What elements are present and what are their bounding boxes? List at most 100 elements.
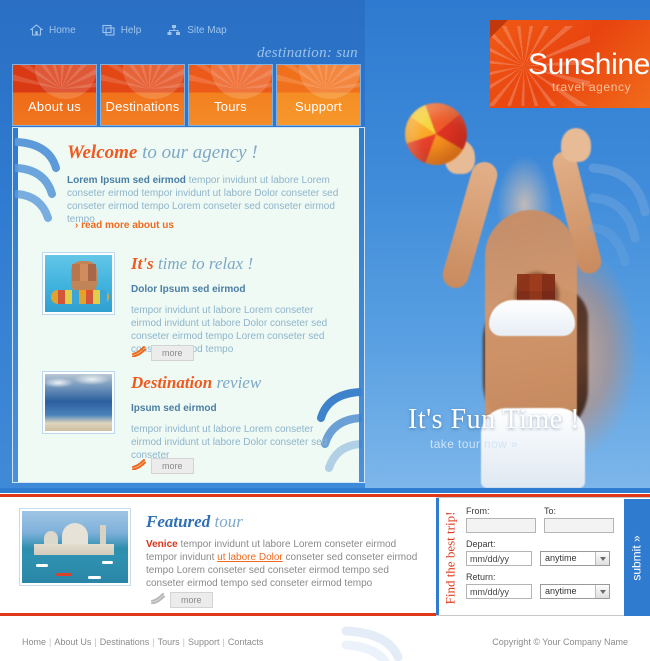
tab-label: Tours — [214, 99, 247, 114]
section-lead-relax: Dolor Ipsum sed eirmod — [131, 284, 246, 295]
venice-boat — [56, 573, 72, 576]
header-hero-area: destination: sun Home Help Site Map Abou… — [0, 0, 650, 488]
booking-form: Find the best trip! From: To: Depart: an… — [436, 497, 650, 616]
tab-tours[interactable]: Tours — [188, 64, 273, 126]
booking-vertical-label-text: Find the best trip! — [442, 511, 458, 604]
welcome-body: Lorem Ipsum sed eirmod tempor invidunt u… — [67, 174, 339, 226]
footer-copyright: Copyright © Your Company Name — [492, 637, 628, 647]
page-root: destination: sun Home Help Site Map Abou… — [0, 0, 650, 661]
featured-title-bold: Featured — [146, 512, 211, 531]
tab-label: About us — [28, 99, 81, 114]
footer-link-destinations[interactable]: Destinations — [100, 637, 150, 647]
beach-ball-icon — [405, 103, 467, 165]
more-button-featured[interactable]: more — [150, 591, 213, 609]
featured-title-rest: tour — [210, 512, 243, 531]
tab-label: Destinations — [105, 99, 180, 114]
booking-vertical-label: Find the best trip! — [438, 498, 462, 617]
more-button-label: more — [151, 345, 194, 361]
section-title-bold: Destination — [131, 373, 213, 392]
from-input[interactable] — [466, 518, 536, 533]
footer-link-home[interactable]: Home — [22, 637, 46, 647]
more-button-label: more — [170, 592, 213, 608]
tab-about-us[interactable]: About us — [12, 64, 97, 126]
hero-figure-hand-right — [561, 128, 591, 162]
tab-destinations[interactable]: Destinations — [100, 64, 185, 126]
featured-thumbnail-venice[interactable] — [19, 508, 131, 586]
pool-swimmer-figure — [71, 261, 97, 295]
submit-button-label: submit » — [630, 534, 645, 581]
section-title-rest: time to relax ! — [153, 254, 254, 273]
footer-links: Home | About Us | Destinations | Tours | Support… — [22, 637, 263, 647]
to-input[interactable] — [544, 518, 614, 533]
footer-link-tours[interactable]: Tours — [158, 637, 180, 647]
booking-depart-row: anytime — [466, 551, 614, 566]
venice-boat — [88, 576, 101, 579]
section-thumbnail-beach[interactable] — [42, 371, 115, 434]
hero-caption: It's Fun Time ! take tour now » — [408, 404, 580, 451]
section-title-destination: Destination review — [131, 373, 261, 393]
site-logo[interactable]: Sunshine travel agency — [490, 20, 650, 108]
utility-nav-item-sitemap[interactable]: Site Map — [167, 24, 227, 36]
more-button-relax[interactable]: more — [131, 344, 194, 362]
to-label: To: — [544, 506, 557, 516]
depart-time-value: anytime — [545, 553, 577, 563]
tab-label: Support — [295, 99, 342, 114]
featured-highlight: Venice — [146, 539, 178, 550]
submit-button[interactable]: submit » — [624, 499, 650, 616]
booking-return-row: anytime — [466, 584, 614, 599]
utility-nav-item-help[interactable]: Help — [102, 24, 141, 36]
return-time-select[interactable]: anytime — [540, 584, 610, 599]
home-icon — [30, 24, 43, 36]
utility-nav: Home Help Site Map — [30, 24, 227, 36]
footer-separator: | — [152, 637, 155, 647]
band-rule-blue — [0, 488, 650, 493]
footer-separator: | — [94, 637, 97, 647]
footer-wave-arcs-decoration — [341, 626, 403, 661]
more-button-destination[interactable]: more — [131, 457, 194, 475]
depart-time-select[interactable]: anytime — [540, 551, 610, 566]
logo-subtitle: travel agency — [552, 80, 632, 94]
panel-right-edge — [359, 128, 364, 482]
utility-nav-label: Site Map — [187, 24, 227, 36]
footer: Home | About Us | Destinations | Tours | Support… — [0, 625, 650, 661]
sun-circle-icon — [211, 65, 272, 99]
return-date-input[interactable] — [466, 584, 532, 599]
welcome-lead: Lorem Ipsum sed eirmod — [67, 175, 186, 186]
featured-band: Featured tour Venice tempor invidunt ut … — [0, 488, 650, 625]
footer-separator: | — [49, 637, 52, 647]
depart-date-input[interactable] — [466, 551, 532, 566]
footer-link-support[interactable]: Support — [188, 637, 220, 647]
main-nav-tabs: About us Destinations Tours Support — [12, 64, 361, 126]
double-slash-icon — [131, 344, 147, 362]
utility-nav-label: Home — [49, 24, 76, 36]
booking-from-to-labels: From: To: — [466, 506, 614, 518]
help-icon — [102, 24, 115, 36]
sitemap-icon — [167, 24, 181, 36]
venice-boat — [36, 564, 48, 567]
depart-label: Depart: — [466, 539, 496, 549]
read-more-link[interactable]: › read more about us — [75, 220, 174, 231]
panel-left-edge — [13, 128, 18, 482]
sun-circle-icon — [123, 65, 184, 99]
utility-nav-item-home[interactable]: Home — [30, 24, 76, 36]
return-label: Return: — [466, 572, 496, 582]
footer-link-contacts[interactable]: Contacts — [228, 637, 264, 647]
featured-inline-link[interactable]: ut labore Dolor — [217, 552, 283, 563]
wave-arcs-left-decoration — [15, 138, 60, 222]
hero-figure-swim-top — [489, 300, 575, 336]
header-tagline: destination: sun — [256, 45, 358, 61]
footer-separator: | — [182, 637, 185, 647]
tab-support[interactable]: Support — [276, 64, 361, 126]
chevron-down-icon[interactable] — [595, 585, 609, 598]
from-label: From: — [466, 506, 490, 516]
section-title-rest: review — [212, 373, 262, 392]
featured-body: Venice tempor invidunt ut labore Lorem c… — [146, 538, 426, 590]
section-thumbnail-pool[interactable] — [42, 252, 115, 315]
sun-circle-icon — [35, 65, 96, 99]
venice-water — [22, 555, 128, 583]
section-title-relax: It's time to relax ! — [131, 254, 253, 274]
booking-from-to-row — [466, 518, 614, 533]
chevron-down-icon[interactable] — [595, 552, 609, 565]
footer-link-about-us[interactable]: About Us — [54, 637, 91, 647]
hero-subline[interactable]: take tour now » — [430, 437, 580, 451]
